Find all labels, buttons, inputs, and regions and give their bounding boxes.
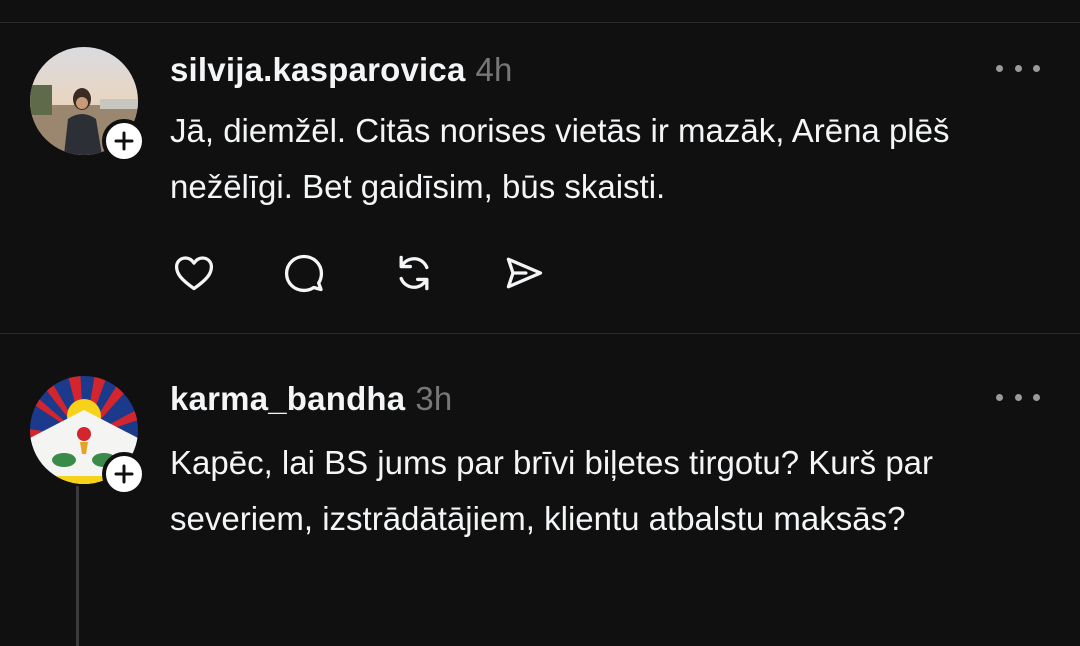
more-options-button[interactable] bbox=[996, 58, 1040, 78]
share-button[interactable] bbox=[500, 249, 548, 297]
plus-icon bbox=[114, 131, 134, 151]
like-button[interactable] bbox=[170, 249, 218, 297]
dot-icon bbox=[1033, 64, 1040, 72]
dot-icon bbox=[996, 64, 1003, 72]
username-link[interactable]: silvija.kasparovica bbox=[170, 51, 466, 88]
post[interactable]: karma_bandha 3h Kapēc, lai BS jums par br… bbox=[0, 334, 1080, 646]
repost-button[interactable] bbox=[390, 249, 438, 297]
dot-icon bbox=[1014, 64, 1022, 72]
author-line: karma_bandha 3h bbox=[170, 380, 452, 418]
more-options-button[interactable] bbox=[996, 387, 1040, 407]
timestamp: 3h bbox=[415, 380, 453, 417]
follow-button[interactable] bbox=[102, 119, 146, 163]
timestamp: 4h bbox=[475, 51, 513, 88]
post[interactable]: silvija.kasparovica 4h Jā, diemžēl. Citās… bbox=[0, 23, 1080, 333]
comment-button[interactable] bbox=[280, 249, 328, 297]
follow-button[interactable] bbox=[102, 452, 146, 496]
plus-icon bbox=[114, 464, 134, 484]
repost-icon bbox=[399, 255, 429, 291]
author-line: silvija.kasparovica 4h bbox=[170, 51, 513, 89]
username-link[interactable]: karma_bandha bbox=[170, 380, 405, 417]
post-text: Kapēc, lai BS jums par brīvi biļetes tir… bbox=[170, 444, 934, 537]
dot-icon bbox=[1014, 393, 1022, 401]
post-actions bbox=[170, 249, 570, 297]
dot-icon bbox=[996, 393, 1003, 401]
dot-icon bbox=[1033, 393, 1040, 401]
post-text: Jā, diemžēl. Citās norises vietās ir maz… bbox=[170, 112, 950, 205]
heart-icon bbox=[174, 256, 214, 291]
comment-icon bbox=[284, 254, 324, 293]
thread-line bbox=[76, 486, 79, 646]
share-icon bbox=[506, 257, 543, 289]
